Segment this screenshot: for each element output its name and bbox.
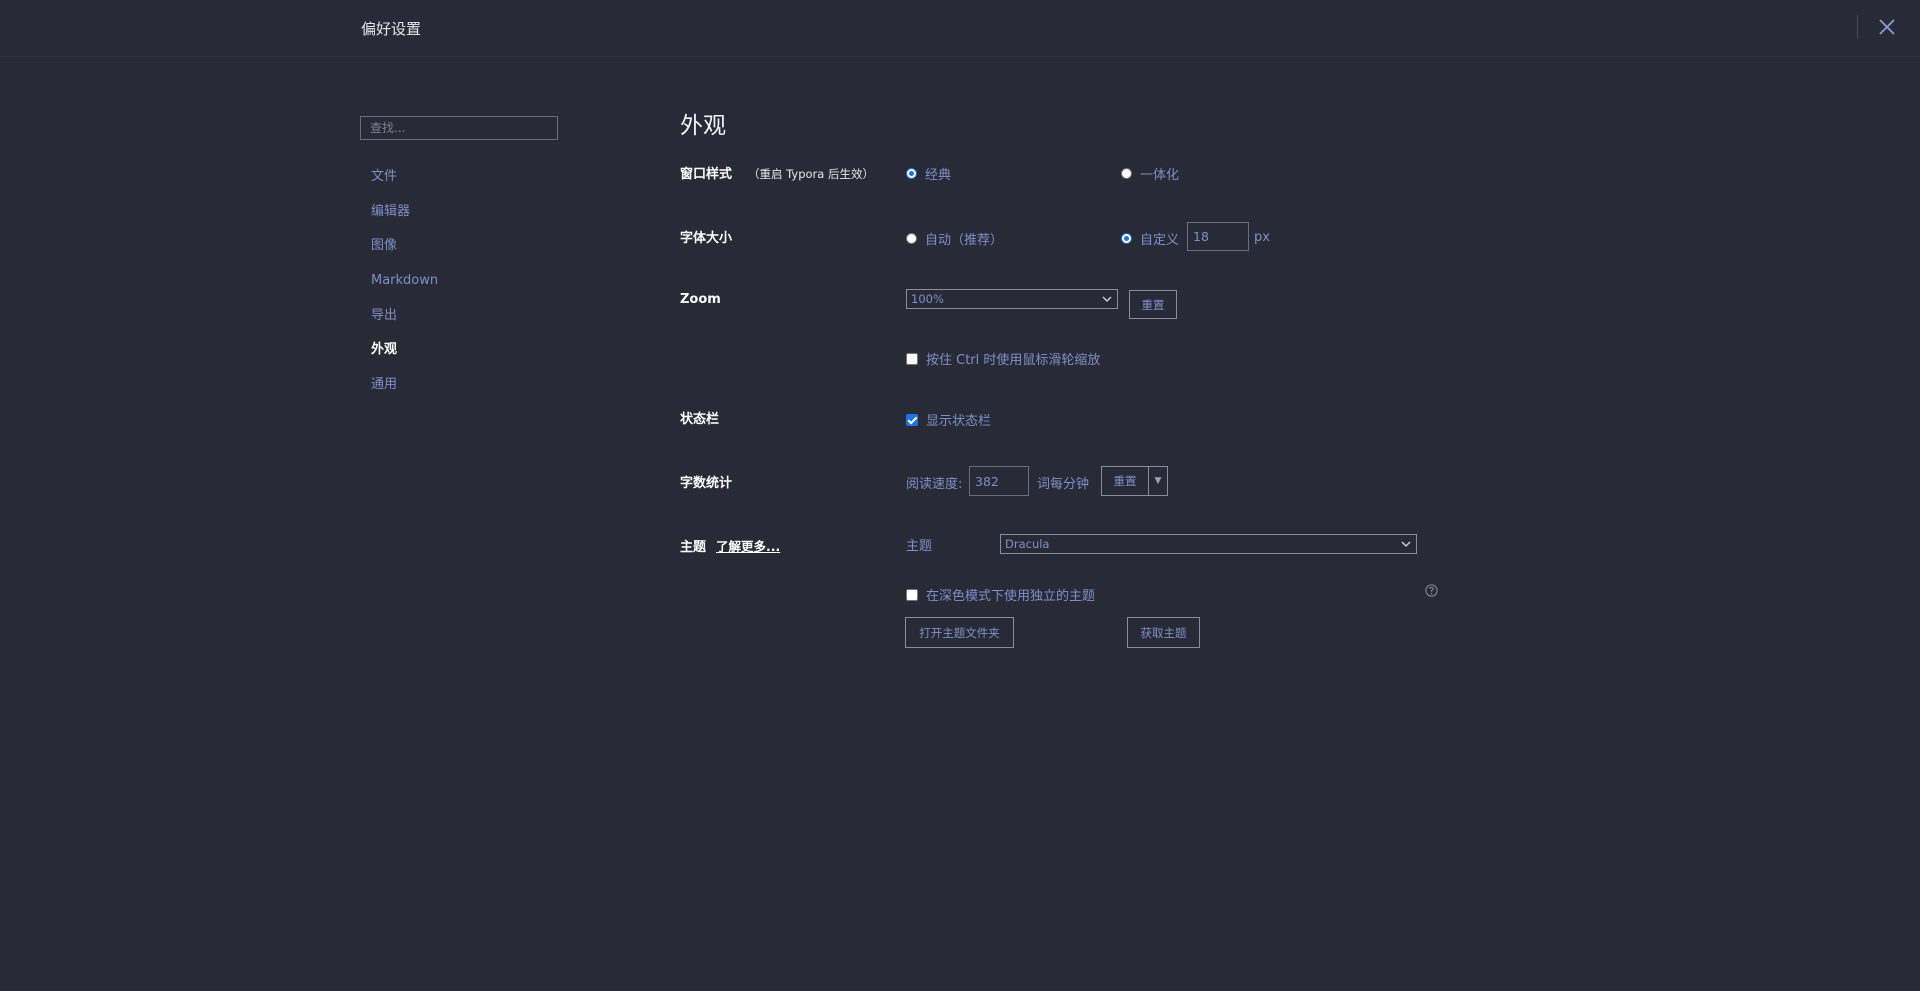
close-button[interactable] xyxy=(1876,16,1898,38)
close-icon xyxy=(1879,19,1895,35)
show-status-bar-option[interactable]: 显示状态栏 xyxy=(906,410,991,429)
window-style-title: 窗口样式 xyxy=(680,167,733,182)
theme-section-label: 主题 了解更多... xyxy=(680,536,780,555)
sidebar-item-appearance[interactable]: 外观 xyxy=(371,339,438,374)
show-status-bar-label: 显示状态栏 xyxy=(926,414,992,429)
status-bar-label: 状态栏 xyxy=(680,412,720,427)
window-style-classic-option[interactable]: 经典 xyxy=(906,164,951,183)
sidebar-item-image[interactable]: 图像 xyxy=(371,235,438,270)
sidebar-item-markdown[interactable]: Markdown xyxy=(371,270,438,305)
window-style-unified-option[interactable]: 一体化 xyxy=(1121,164,1179,183)
ctrl-wheel-zoom-checkbox[interactable] xyxy=(906,352,918,365)
sidebar-item-editor[interactable]: 编辑器 xyxy=(371,201,438,236)
zoom-label: Zoom xyxy=(680,292,721,307)
font-size-auto-label: 自动（推荐） xyxy=(925,233,1004,248)
dark-mode-theme-checkbox[interactable] xyxy=(906,588,918,601)
font-size-input[interactable]: 18 xyxy=(1187,222,1249,251)
sidebar-item-file[interactable]: 文件 xyxy=(371,166,438,201)
sidebar-item-export[interactable]: 导出 xyxy=(371,305,438,340)
window-style-unified-label: 一体化 xyxy=(1140,168,1180,183)
reading-speed-unit: 词每分钟 xyxy=(1037,477,1090,492)
get-themes-button[interactable]: 获取主题 xyxy=(1127,617,1200,648)
show-status-bar-checkbox[interactable] xyxy=(906,413,918,426)
dark-mode-theme-option[interactable]: 在深色模式下使用独立的主题 xyxy=(906,585,1095,604)
chevron-down-icon xyxy=(1102,296,1112,302)
ctrl-wheel-zoom-option[interactable]: 按住 Ctrl 时使用鼠标滑轮缩放 xyxy=(906,349,1100,368)
reading-speed-label: 阅读速度: xyxy=(906,477,963,492)
font-size-custom-label: 自定义 xyxy=(1140,233,1180,248)
window-style-unified-radio[interactable] xyxy=(1121,168,1132,179)
open-theme-folder-button[interactable]: 打开主题文件夹 xyxy=(905,617,1014,648)
title-bar: 偏好设置 xyxy=(0,0,1920,57)
word-count-label: 字数统计 xyxy=(680,476,733,491)
window-style-classic-radio[interactable] xyxy=(906,168,917,179)
page-title: 外观 xyxy=(680,113,726,139)
font-size-unit: px xyxy=(1254,230,1270,245)
window-style-note: （重启 Typora 后生效） xyxy=(748,167,874,181)
font-size-custom-radio[interactable] xyxy=(1121,233,1132,244)
font-size-auto-radio[interactable] xyxy=(906,233,917,244)
dark-mode-theme-label: 在深色模式下使用独立的主题 xyxy=(926,589,1096,604)
window-style-label: 窗口样式 （重启 Typora 后生效） xyxy=(680,163,874,182)
ctrl-wheel-zoom-label: 按住 Ctrl 时使用鼠标滑轮缩放 xyxy=(926,353,1101,368)
caret-down-icon: ▼ xyxy=(1154,476,1162,486)
theme-select-value: Dracula xyxy=(1005,537,1050,551)
theme-title: 主题 xyxy=(680,540,707,555)
zoom-select[interactable]: 100% xyxy=(906,289,1118,309)
chevron-down-icon xyxy=(1401,541,1411,547)
sidebar-item-general[interactable]: 通用 xyxy=(371,374,438,409)
learn-more-link[interactable]: 了解更多... xyxy=(716,539,780,554)
window-title: 偏好设置 xyxy=(361,20,422,38)
theme-select[interactable]: Dracula xyxy=(1000,534,1417,554)
zoom-reset-button[interactable]: 重置 xyxy=(1129,290,1177,319)
word-count-reset-dropdown[interactable]: ▼ xyxy=(1149,466,1168,496)
theme-select-label: 主题 xyxy=(906,539,933,554)
word-count-reset-button[interactable]: 重置 xyxy=(1101,466,1149,496)
font-size-auto-option[interactable]: 自动（推荐） xyxy=(906,229,1003,248)
zoom-select-value: 100% xyxy=(911,292,944,306)
help-icon[interactable] xyxy=(1425,584,1438,597)
sidebar-nav: 文件 编辑器 图像 Markdown 导出 外观 通用 xyxy=(371,166,438,409)
window-style-classic-label: 经典 xyxy=(925,168,952,183)
title-divider xyxy=(1857,15,1858,39)
reading-speed-input[interactable]: 382 xyxy=(969,466,1029,496)
font-size-custom-option[interactable]: 自定义 xyxy=(1121,229,1179,248)
font-size-label: 字体大小 xyxy=(680,231,733,246)
search-input[interactable] xyxy=(360,116,558,140)
